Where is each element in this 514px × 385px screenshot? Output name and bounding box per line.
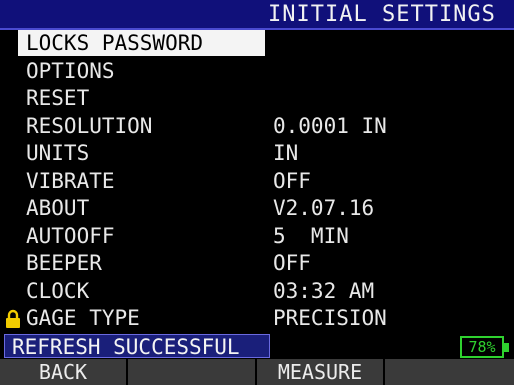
softkey-back[interactable]: BACK (0, 359, 128, 385)
menu-item-label: VIBRATE (26, 168, 115, 193)
menu-item-about[interactable]: ABOUT V2.07.16 (0, 195, 514, 223)
menu-item-value: PRECISION (273, 306, 387, 330)
menu-item-reset[interactable]: RESET (0, 85, 514, 113)
battery-indicator: 78% (460, 336, 504, 358)
menu-item-value: 5 MIN (273, 223, 349, 248)
menu-item-label: LOCKS PASSWORD (26, 31, 204, 55)
battery-percent: 78% (468, 338, 496, 356)
menu-item-vibrate[interactable]: VIBRATE OFF (0, 168, 514, 196)
menu-item-resolution[interactable]: RESOLUTION 0.0001 IN (0, 113, 514, 141)
status-message: REFRESH SUCCESSFUL (12, 335, 240, 359)
menu-item-label: RESOLUTION (26, 113, 153, 138)
menu-item-value: 0.0001 IN (273, 113, 387, 138)
softkey-label: MEASURE (277, 360, 363, 384)
menu-item-gage-type[interactable]: GAGE TYPE PRECISION (0, 305, 514, 333)
menu-item-locks-password[interactable]: LOCKS PASSWORD (0, 30, 514, 58)
menu-item-label: AUTOOFF (26, 223, 115, 248)
menu-item-label: UNITS (26, 141, 90, 165)
softkey-measure[interactable]: MEASURE (257, 359, 385, 385)
menu-item-label: GAGE TYPE (26, 306, 140, 330)
softkey-bar: BACK MEASURE (0, 359, 514, 385)
status-bar: REFRESH SUCCESSFUL 78% (0, 333, 514, 359)
battery-terminal (504, 343, 509, 352)
softkey-2[interactable] (128, 359, 257, 385)
page-title: INITIAL SETTINGS (268, 2, 496, 27)
menu-item-value: V2.07.16 (273, 196, 375, 220)
lock-icon (6, 309, 20, 328)
title-bar: INITIAL SETTINGS (0, 0, 514, 30)
menu-item-beeper[interactable]: BEEPER OFF (0, 250, 514, 278)
menu-item-label: RESET (26, 86, 90, 110)
menu-item-options[interactable]: OPTIONS (0, 58, 514, 86)
menu-item-units[interactable]: UNITS IN (0, 140, 514, 168)
settings-menu: LOCKS PASSWORD OPTIONS RESET RESOLUTION … (0, 30, 514, 333)
softkey-label: BACK (38, 360, 88, 384)
menu-item-label: CLOCK (26, 278, 90, 303)
menu-item-value: OFF (273, 168, 311, 193)
menu-item-autooff[interactable]: AUTOOFF 5 MIN (0, 223, 514, 251)
menu-item-value: IN (273, 141, 299, 165)
menu-item-value: 03:32 AM (273, 278, 375, 303)
menu-item-label: OPTIONS (26, 58, 115, 83)
status-message-box: REFRESH SUCCESSFUL (4, 334, 270, 358)
softkey-4[interactable] (385, 359, 514, 385)
menu-item-label: ABOUT (26, 196, 90, 220)
menu-item-label: BEEPER (26, 251, 102, 275)
menu-item-value: OFF (273, 251, 311, 275)
menu-item-clock[interactable]: CLOCK 03:32 AM (0, 278, 514, 306)
